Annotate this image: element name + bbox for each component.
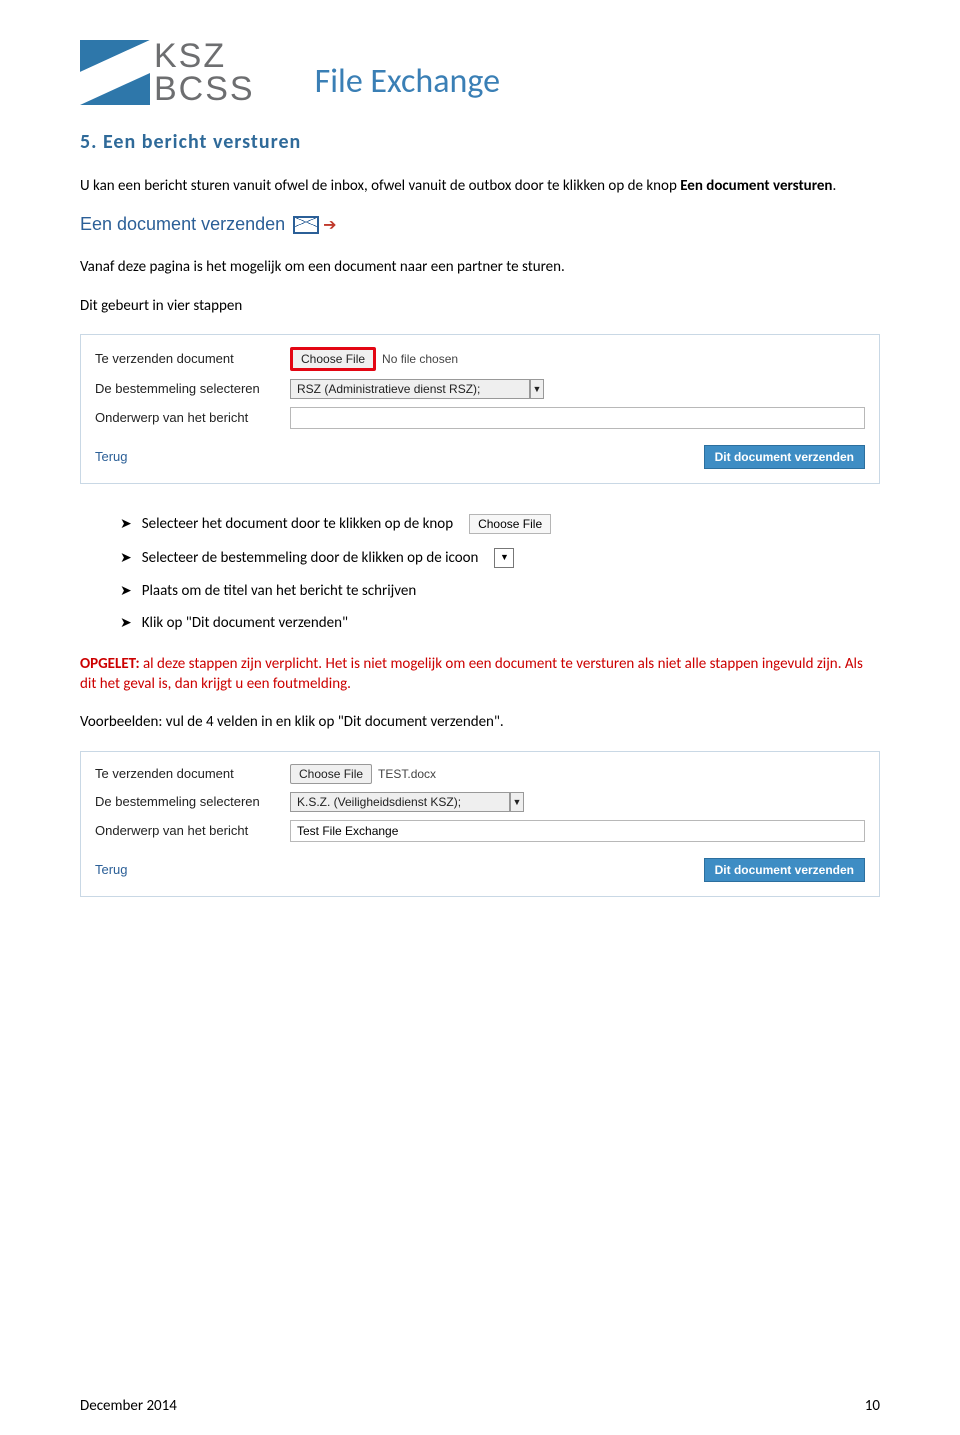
form1-label-dest: De bestemmeling selecteren	[95, 381, 290, 396]
dropdown-icon[interactable]: ▼	[530, 379, 544, 399]
intro-text-c: .	[832, 177, 836, 195]
bullet-icon: ➤	[120, 614, 132, 631]
form1-row-subject: Onderwerp van het bericht	[95, 407, 865, 429]
logo-text: KSZ BCSS	[154, 40, 255, 105]
subject-input[interactable]	[290, 407, 865, 429]
form2-footer: Terug Dit document verzenden	[95, 858, 865, 882]
back-link[interactable]: Terug	[95, 862, 128, 877]
footer-page-number: 10	[865, 1397, 880, 1415]
step-4-text: Klik op "Dit document verzenden"	[142, 614, 348, 632]
form1-label-subject: Onderwerp van het bericht	[95, 410, 290, 425]
doc-title: File Exchange	[315, 61, 500, 102]
warning-rest: al deze stappen zijn verplicht. Het is n…	[80, 655, 863, 693]
send-form-2: Te verzenden document Choose File TEST.d…	[80, 751, 880, 897]
form2-label-dest: De bestemmeling selecteren	[95, 794, 290, 809]
form2-row-subject: Onderwerp van het bericht	[95, 820, 865, 842]
step-4: ➤ Klik op "Dit document verzenden"	[120, 614, 880, 632]
submit-button[interactable]: Dit document verzenden	[704, 858, 865, 882]
section-heading: 5. Een bericht versturen	[80, 130, 880, 154]
subject-input[interactable]	[290, 820, 865, 842]
bullet-icon: ➤	[120, 582, 132, 599]
logo-line1: KSZ	[154, 40, 255, 72]
warning-paragraph: OPGELET: al deze stappen zijn verplicht.…	[80, 654, 880, 695]
intro-text-a: U kan een bericht sturen vanuit ofwel de…	[80, 177, 680, 195]
form2-label-file: Te verzenden document	[95, 766, 290, 781]
form2-row-file: Te verzenden document Choose File TEST.d…	[95, 764, 865, 784]
para-after-link: Vanaf deze pagina is het mogelijk om een…	[80, 257, 880, 277]
step-2-text: Selecteer de bestemmeling door de klikke…	[142, 549, 479, 567]
submit-button[interactable]: Dit document verzenden	[704, 445, 865, 469]
choose-file-button[interactable]: Choose File	[290, 347, 376, 371]
mail-arrow-icon: ➔	[323, 215, 336, 235]
para-steps: Dit gebeurt in vier stappen	[80, 296, 880, 316]
destination-select[interactable]: RSZ (Administratieve dienst RSZ);	[290, 379, 530, 399]
examples-line: Voorbeelden: vul de 4 velden in en klik …	[80, 712, 880, 732]
form1-footer: Terug Dit document verzenden	[95, 445, 865, 469]
form2-label-subject: Onderwerp van het bericht	[95, 823, 290, 838]
form1-label-file: Te verzenden document	[95, 351, 290, 366]
send-form-1: Te verzenden document Choose File No fil…	[80, 334, 880, 484]
dropdown-inline-icon: ▼	[494, 548, 514, 568]
page-header: KSZ BCSS File Exchange	[80, 40, 880, 105]
form1-row-file: Te verzenden document Choose File No fil…	[95, 347, 865, 371]
page-footer: December 2014 10	[80, 1397, 880, 1415]
bullet-icon: ➤	[120, 549, 132, 566]
form1-row-dest: De bestemmeling selecteren RSZ (Administ…	[95, 379, 865, 399]
step-1-text: Selecteer het document door te klikken o…	[142, 515, 453, 533]
file-name-text: TEST.docx	[378, 767, 436, 781]
destination-select[interactable]: K.S.Z. (Veiligheidsdienst KSZ);	[290, 792, 510, 812]
warning-prefix: OPGELET:	[80, 655, 140, 673]
footer-date: December 2014	[80, 1397, 177, 1415]
step-2: ➤ Selecteer de bestemmeling door de klik…	[120, 548, 880, 568]
dropdown-icon[interactable]: ▼	[510, 792, 524, 812]
bullet-icon: ➤	[120, 515, 132, 532]
logo-mark	[80, 40, 150, 105]
step-3-text: Plaats om de titel van het bericht te sc…	[142, 582, 417, 600]
step-3: ➤ Plaats om de titel van het bericht te …	[120, 582, 880, 600]
step-1: ➤ Selecteer het document door te klikken…	[120, 514, 880, 534]
logo: KSZ BCSS	[80, 40, 255, 105]
choose-file-inline: Choose File	[469, 514, 551, 534]
form2-row-dest: De bestemmeling selecteren K.S.Z. (Veili…	[95, 792, 865, 812]
intro-paragraph: U kan een bericht sturen vanuit ofwel de…	[80, 176, 880, 196]
send-document-link[interactable]: Een document verzenden	[80, 214, 285, 235]
send-document-link-row: Een document verzenden ➔	[80, 214, 880, 235]
no-file-text: No file chosen	[382, 352, 458, 366]
mail-icon	[293, 216, 319, 234]
intro-text-bold: Een document versturen	[680, 177, 832, 195]
choose-file-button[interactable]: Choose File	[290, 764, 372, 784]
logo-line2: BCSS	[154, 73, 255, 105]
back-link[interactable]: Terug	[95, 449, 128, 464]
steps-list: ➤ Selecteer het document door te klikken…	[120, 514, 880, 632]
